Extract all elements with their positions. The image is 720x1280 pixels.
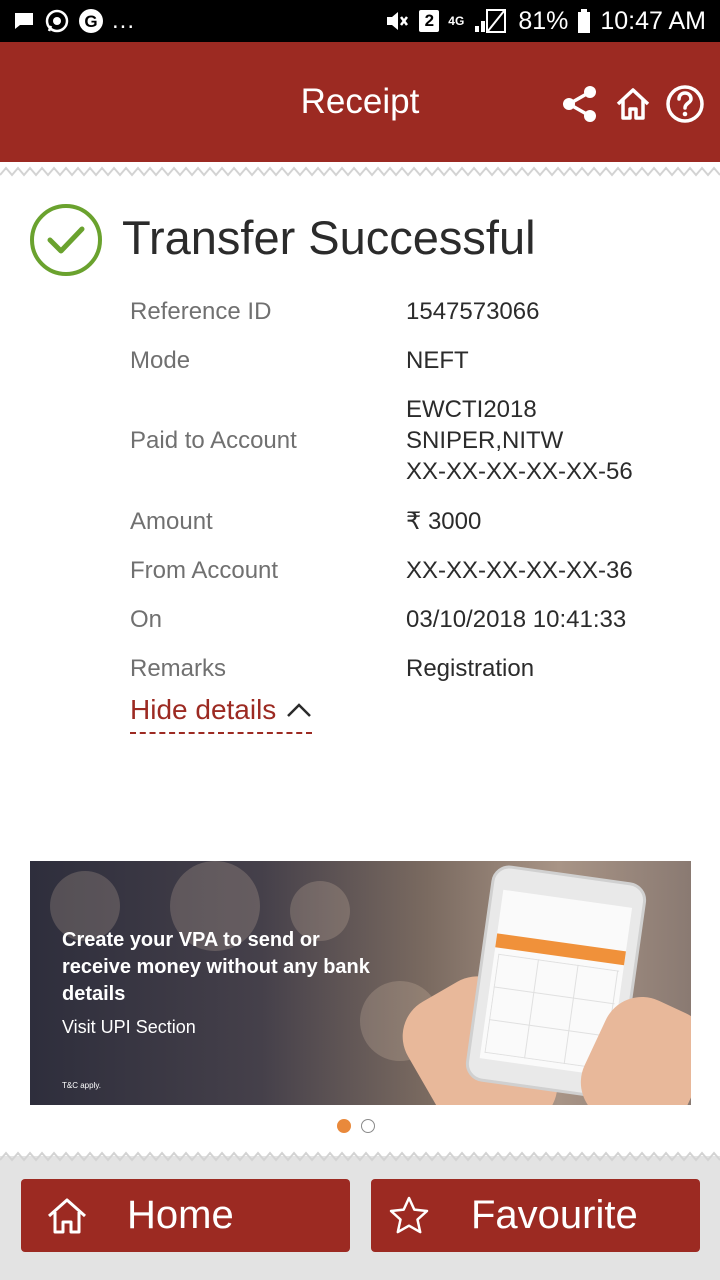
signal-icon — [475, 9, 507, 33]
svg-text:G: G — [84, 12, 97, 31]
banner-headline: Create your VPA to send or receive money… — [62, 929, 370, 1005]
detail-label: Mode — [130, 347, 191, 374]
share-icon[interactable] — [560, 84, 600, 124]
detail-label: Amount — [130, 508, 213, 535]
hide-details-link[interactable]: Hide details — [130, 694, 313, 734]
detail-value: 03/10/2018 10:41:33 — [406, 606, 627, 633]
detail-value: EWCTI2018 SNIPER,NITW XX-XX-XX-XX-XX-56 — [406, 396, 633, 485]
help-icon[interactable] — [665, 84, 705, 124]
battery-percent: 81% — [518, 6, 569, 35]
hide-details-label: Hide details — [130, 694, 277, 725]
google-icon: G — [79, 9, 103, 33]
page-title: Receipt — [300, 82, 420, 121]
banner-subtext: Visit UPI Section — [62, 1017, 196, 1037]
detail-label: Remarks — [130, 655, 227, 682]
transfer-status-title: Transfer Successful — [122, 211, 536, 264]
detail-label: From Account — [130, 557, 279, 584]
zigzag-divider — [0, 1151, 720, 1162]
status-bar: G ... 2 4G 81% 10:47 AM — [0, 0, 720, 42]
more-notifications: ... — [112, 7, 136, 34]
favourite-button[interactable]: Favourite — [371, 1179, 700, 1252]
home-button-label: Home — [127, 1193, 234, 1237]
app-header: Receipt — [0, 42, 720, 162]
detail-label: Reference ID — [130, 298, 272, 325]
success-check-icon — [30, 204, 102, 276]
chevron-up-icon — [287, 703, 312, 717]
detail-value: 1547573066 — [406, 298, 540, 325]
carousel-dot[interactable] — [361, 1119, 375, 1133]
star-icon — [389, 1196, 429, 1233]
detail-value: ₹ 3000 — [406, 508, 482, 535]
detail-label: On — [130, 606, 163, 633]
detail-value: XX-XX-XX-XX-XX-36 — [406, 557, 633, 584]
carousel-dot-active[interactable] — [337, 1119, 351, 1133]
home-button[interactable]: Home — [21, 1179, 350, 1252]
favourite-button-label: Favourite — [471, 1193, 638, 1237]
detail-value: Registration — [406, 655, 535, 682]
home-icon — [48, 1198, 86, 1233]
whatsapp-icon — [45, 9, 69, 33]
zigzag-divider — [0, 166, 720, 177]
mute-icon — [387, 12, 409, 30]
message-icon — [15, 13, 33, 29]
network-type: 4G — [448, 14, 465, 28]
promo-banner[interactable]: Create your VPA to send or receive money… — [30, 861, 691, 1105]
battery-icon — [578, 9, 591, 33]
home-icon[interactable] — [613, 84, 653, 124]
detail-label: Paid to Account — [130, 427, 297, 454]
sim-badge: 2 — [419, 10, 440, 32]
banner-terms: T&C apply. — [62, 1081, 101, 1090]
detail-value: NEFT — [406, 347, 469, 374]
clock: 10:47 AM — [600, 6, 706, 35]
